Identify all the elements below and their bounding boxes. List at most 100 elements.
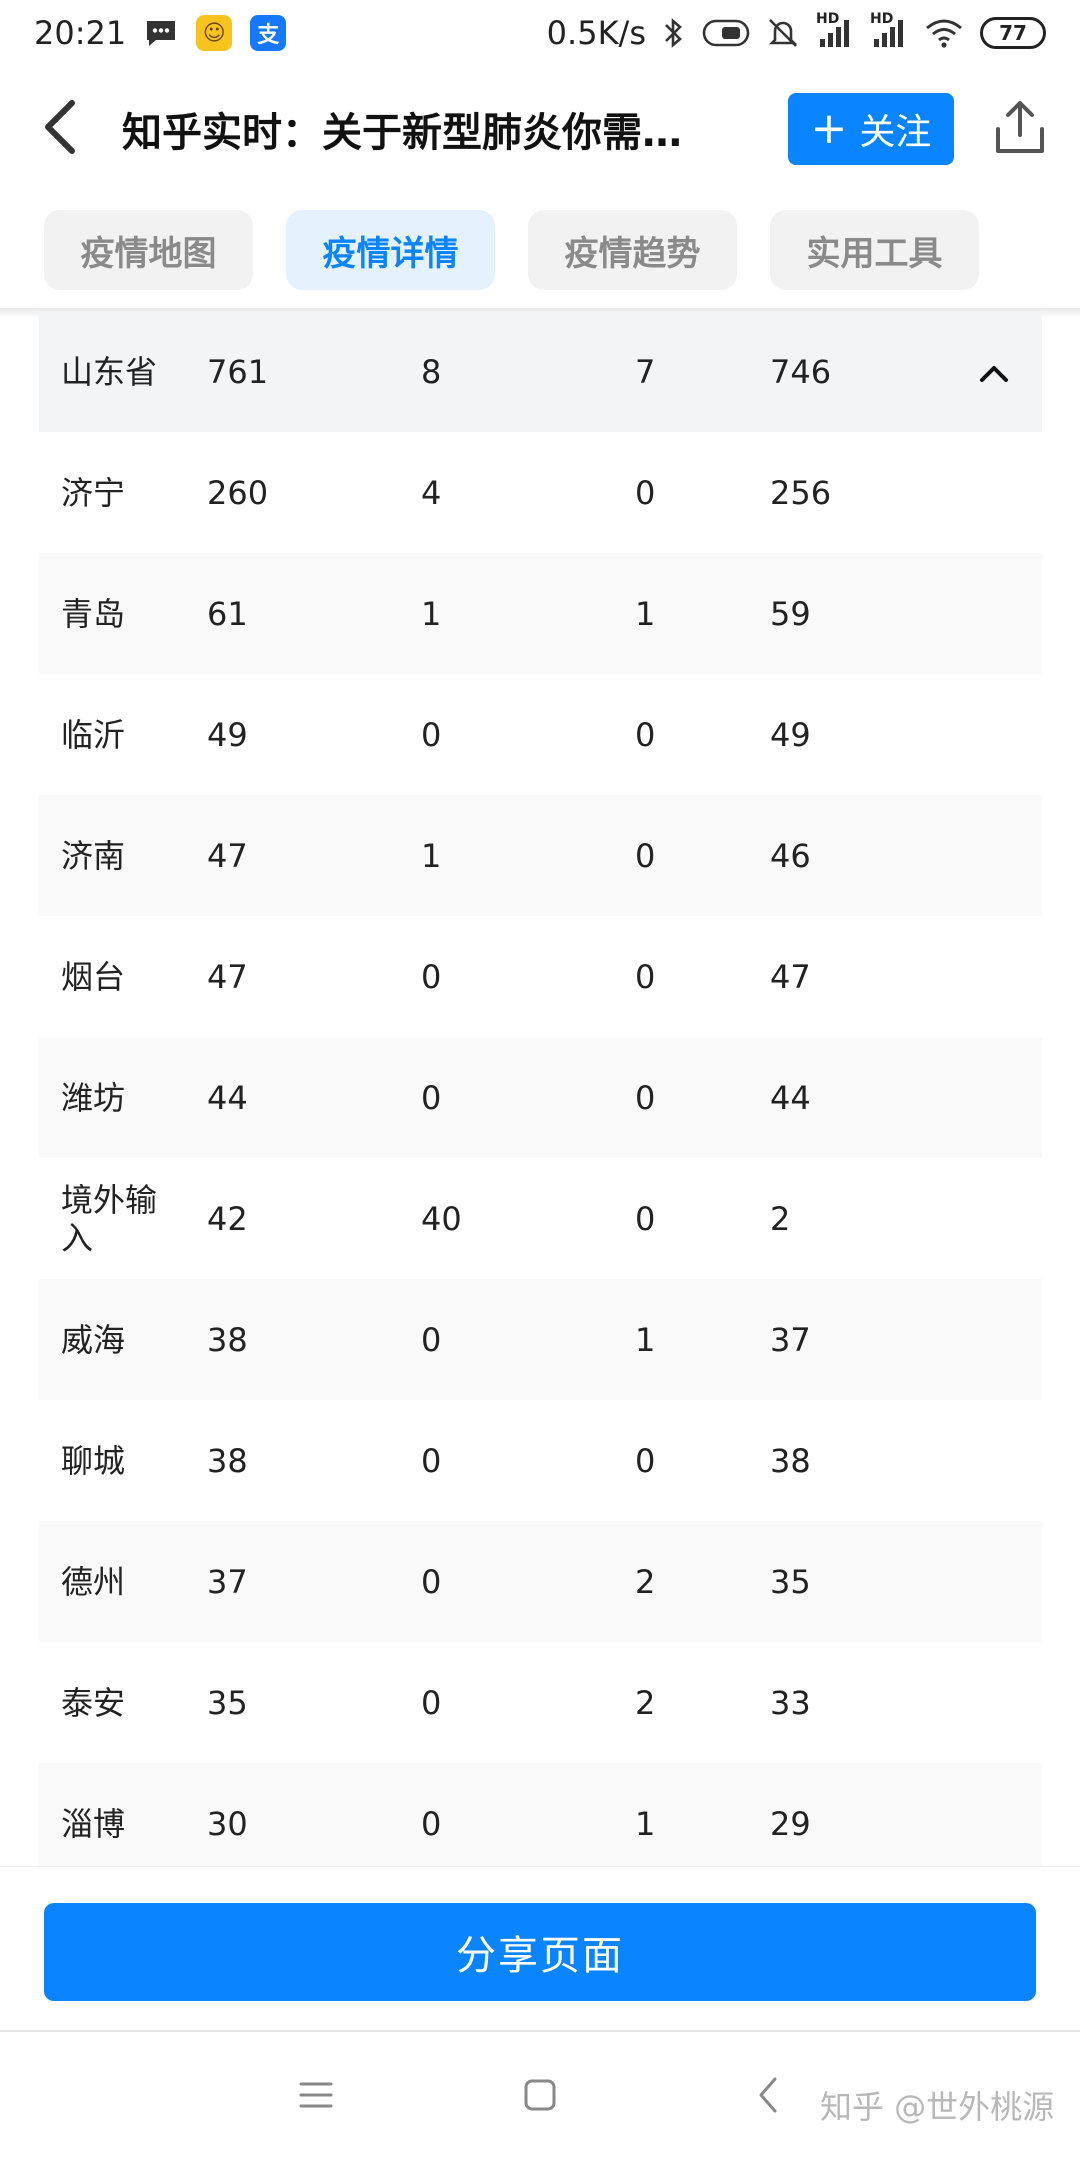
bottom-action-bar: 分享页面	[0, 1866, 1080, 2030]
share-upload-icon	[994, 99, 1046, 159]
cured-count: 38	[770, 1441, 811, 1480]
follow-label: 关注	[859, 112, 932, 153]
death-count: 1	[635, 1320, 656, 1359]
imported-count: 0	[421, 715, 442, 754]
table-row: 聊城 38 0 0 38	[39, 1400, 1042, 1521]
death-count: 0	[635, 957, 656, 996]
death-count: 0	[635, 1199, 656, 1238]
table-row: 青岛 61 1 1 59	[39, 553, 1042, 674]
table-row: 泰安 35 0 2 33	[39, 1642, 1042, 1763]
cured-count: 256	[770, 473, 832, 512]
wifi-icon	[924, 17, 964, 49]
mute-bell-icon	[766, 16, 800, 50]
tab-useful-tools[interactable]: 实用工具	[770, 210, 979, 290]
imported-count: 1	[421, 594, 442, 633]
follow-button[interactable]: + 关注	[788, 93, 954, 165]
menu-button[interactable]	[266, 2032, 366, 2160]
death-count: 0	[635, 836, 656, 875]
plus-icon: +	[810, 103, 848, 154]
nav-back-button[interactable]	[718, 2032, 818, 2160]
imported-count: 4	[421, 473, 442, 512]
table-row: 烟台 47 0 0 47	[39, 916, 1042, 1037]
imported-count: 1	[421, 836, 442, 875]
table-row: 临沂 49 0 0 49	[39, 674, 1042, 795]
tab-epidemic-trend[interactable]: 疫情趋势	[528, 210, 737, 290]
table-row: 境外输入 42 40 0 2	[39, 1158, 1042, 1279]
region-name: 境外输入	[61, 1180, 158, 1257]
confirmed-count: 47	[207, 836, 248, 875]
imported-count: 0	[421, 1562, 442, 1601]
confirmed-count: 44	[207, 1078, 248, 1117]
death-count: 2	[635, 1562, 656, 1601]
alipay-icon: 支	[250, 15, 287, 51]
imported-count: 0	[421, 1320, 442, 1359]
region-name: 聊城	[61, 1441, 126, 1480]
imported-count: 8	[421, 352, 442, 391]
cured-count: 59	[770, 594, 811, 633]
region-name: 济宁	[61, 473, 126, 512]
toggle-icon	[702, 18, 750, 48]
cured-count: 2	[770, 1199, 791, 1238]
imported-count: 0	[421, 1683, 442, 1722]
imported-count: 0	[421, 1441, 442, 1480]
signal-icon: HD	[870, 11, 908, 49]
region-name: 青岛	[61, 594, 126, 633]
chevron-left-icon	[42, 99, 78, 159]
region-name: 烟台	[61, 957, 126, 996]
region-name: 临沂	[61, 715, 126, 754]
confirmed-count: 761	[207, 352, 269, 391]
region-name: 山东省	[61, 352, 158, 391]
region-name: 潍坊	[61, 1078, 126, 1117]
tab-epidemic-map[interactable]: 疫情地图	[44, 210, 253, 290]
cured-count: 49	[770, 715, 811, 754]
status-time: 20:21	[34, 14, 127, 52]
page-title: 知乎实时：关于新型肺炎你需…	[122, 110, 682, 156]
death-count: 0	[635, 715, 656, 754]
confirmed-count: 260	[207, 473, 269, 512]
death-count: 0	[635, 1441, 656, 1480]
confirmed-count: 47	[207, 957, 248, 996]
imported-count: 0	[421, 1078, 442, 1117]
home-button[interactable]	[490, 2032, 590, 2160]
cured-count: 46	[770, 836, 811, 875]
menu-icon	[298, 2080, 334, 2114]
header: 知乎实时：关于新型肺炎你需… + 关注	[0, 66, 1080, 192]
table-row: 德州 37 0 2 35	[39, 1521, 1042, 1642]
cured-count: 37	[770, 1320, 811, 1359]
cured-count: 44	[770, 1078, 811, 1117]
confirmed-count: 61	[207, 594, 248, 633]
region-name: 威海	[61, 1320, 126, 1359]
cured-count: 746	[770, 352, 832, 391]
tab-bar: 疫情地图 疫情详情 疫情趋势 实用工具	[44, 210, 979, 290]
battery-icon: 77	[980, 17, 1046, 49]
home-square-icon	[523, 2078, 557, 2116]
death-count: 2	[635, 1683, 656, 1722]
cured-count: 47	[770, 957, 811, 996]
table-row: 济南 47 1 0 46	[39, 795, 1042, 916]
share-button[interactable]	[990, 94, 1050, 164]
signal-hd-label: HD	[816, 11, 840, 27]
confirmed-count: 49	[207, 715, 248, 754]
imported-count: 40	[421, 1199, 462, 1238]
region-name: 泰安	[61, 1683, 126, 1722]
province-row[interactable]: 山东省 761 8 7 746	[39, 311, 1042, 432]
death-count: 0	[635, 1078, 656, 1117]
confirmed-count: 37	[207, 1562, 248, 1601]
bluetooth-icon	[662, 16, 686, 50]
status-bar: 20:21 ☺ 支 0.5K/s HD HD 77	[0, 0, 1080, 66]
confirmed-count: 38	[207, 1441, 248, 1480]
chevron-up-icon	[979, 353, 1009, 391]
signal-icon: HD	[816, 11, 854, 49]
share-page-button[interactable]: 分享页面	[44, 1903, 1036, 2001]
tab-epidemic-details[interactable]: 疫情详情	[286, 210, 495, 290]
collapse-toggle[interactable]	[969, 311, 1019, 432]
death-count: 1	[635, 594, 656, 633]
net-speed: 0.5K/s	[546, 14, 646, 52]
cured-count: 33	[770, 1683, 811, 1722]
confirmed-count: 38	[207, 1320, 248, 1359]
table-row: 威海 38 0 1 37	[39, 1279, 1042, 1400]
system-nav-bar: 知乎 @世外桃源	[0, 2030, 1080, 2160]
epidemic-table: 山东省 761 8 7 746 济宁 260 4 0 256 青岛 61 1 1 59 临沂 49 0 0…	[39, 311, 1042, 1884]
back-button[interactable]	[30, 89, 90, 169]
message-icon	[144, 18, 178, 48]
